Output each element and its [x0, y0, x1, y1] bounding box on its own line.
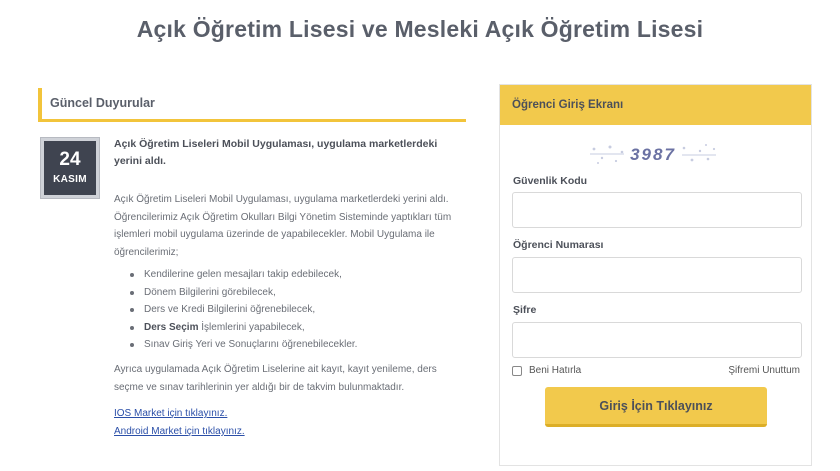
list-item: Sınav Giriş Yeri ve Sonuçlarını öğrenebi…: [130, 336, 450, 354]
ios-market-link[interactable]: IOS Market için tıklayınız.: [114, 408, 227, 419]
list-item: Ders Seçim İşlemlerini yapabilecek,: [130, 319, 450, 337]
remember-me[interactable]: Beni Hatırla: [512, 365, 581, 376]
announcement-title: Açık Öğretim Liseleri Mobil Uygulaması, …: [114, 138, 438, 167]
password-input[interactable]: [512, 322, 802, 358]
student-number-input[interactable]: [512, 257, 802, 293]
security-code-input[interactable]: [512, 192, 802, 228]
forgot-password-link[interactable]: Şifremi Unuttum: [728, 365, 800, 376]
login-submit-button[interactable]: Giriş İçin Tıklayınız: [545, 387, 767, 427]
list-item: Ders ve Kredi Bilgilerini öğrenebilecek,: [130, 301, 450, 319]
list-item-text: Sınav Giriş Yeri ve Sonuçlarını öğrenebi…: [144, 339, 358, 351]
announcements-section: Güncel Duyurular 24 KASIM Açık Öğretim L…: [38, 88, 466, 437]
announcement-body: Açık Öğretim Liseleri Mobil Uygulaması, …: [114, 194, 452, 258]
captcha-image: 3987: [590, 144, 716, 164]
remember-me-checkbox[interactable]: [512, 365, 522, 376]
password-label: Şifre: [513, 304, 537, 316]
android-market-link[interactable]: Android Market için tıklayınız.: [114, 426, 245, 437]
login-panel: Öğrenci Giriş Ekranı 3987 Güvenlik Kodu …: [499, 84, 812, 466]
date-badge: 24 KASIM: [40, 137, 100, 199]
security-code-label: Güvenlik Kodu: [513, 175, 588, 187]
feature-list: Kendilerine gelen mesajları takip edebil…: [130, 266, 450, 354]
remember-me-label: Beni Hatırla: [529, 365, 582, 376]
student-number-label: Öğrenci Numarası: [513, 239, 604, 251]
list-item: Kendilerine gelen mesajları takip edebil…: [130, 266, 450, 284]
page-title: Açık Öğretim Lisesi ve Mesleki Açık Öğre…: [136, 16, 704, 42]
date-day: 24: [59, 149, 81, 170]
list-item-text: Kendilerine gelen mesajları takip edebil…: [144, 269, 342, 280]
list-item: Dönem Bilgilerini görebilecek,: [130, 284, 450, 302]
list-item-text: İşlemlerini yapabilecek,: [198, 321, 305, 333]
announcements-header: Güncel Duyurular: [38, 88, 466, 122]
list-item-text: Ders ve Kredi Bilgilerini öğrenebilecek,: [144, 304, 316, 316]
captcha-text: 3987: [630, 145, 676, 164]
announcement-body-2: Ayrıca uygulamada Açık Öğretim Liselerin…: [114, 364, 437, 393]
list-item-bold: Ders Seçim: [144, 321, 199, 333]
login-header: Öğrenci Giriş Ekranı: [500, 85, 811, 125]
date-month: KASIM: [53, 174, 87, 185]
list-item-text: Dönem Bilgilerini görebilecek,: [144, 286, 276, 298]
